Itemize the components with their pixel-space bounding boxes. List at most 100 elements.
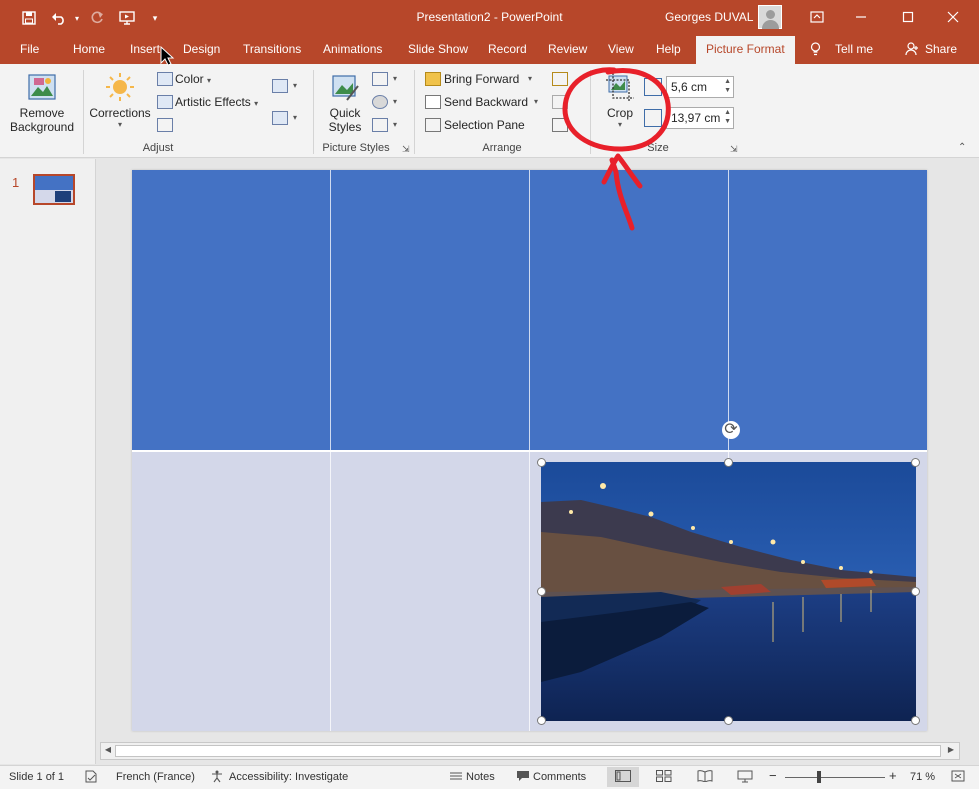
slide[interactable] [132, 170, 927, 731]
tab-file[interactable]: File [20, 42, 39, 56]
slide-sorter-icon[interactable] [656, 770, 672, 784]
notes-button[interactable]: Notes [466, 771, 495, 783]
resize-handle[interactable] [724, 716, 733, 725]
send-backward-button[interactable]: Send Backward [444, 95, 528, 109]
zoom-slider[interactable] [785, 777, 885, 778]
restore-icon[interactable] [893, 6, 923, 28]
ribbon-display-icon[interactable] [802, 6, 832, 28]
height-spinner-icon[interactable]: ▲ ▼ [724, 77, 731, 95]
crop-label: Crop [606, 106, 633, 120]
picture-styles-launcher-icon[interactable]: ⇲ [402, 144, 410, 155]
change-picture-chevron-icon[interactable]: ▾ [293, 113, 297, 122]
tab-review[interactable]: Review [548, 42, 587, 56]
tab-record[interactable]: Record [488, 42, 527, 56]
zoom-in-button[interactable]: + [889, 768, 897, 783]
resize-handle[interactable] [537, 716, 546, 725]
resize-handle[interactable] [911, 458, 920, 467]
quick-styles-button[interactable]: Quick Styles [320, 70, 370, 140]
transparency-icon[interactable] [157, 118, 173, 132]
night-harbor-photo[interactable] [541, 462, 916, 721]
height-value: 5,6 cm [671, 80, 708, 94]
bring-forward-chevron-icon[interactable]: ▾ [528, 74, 532, 83]
send-backward-chevron-icon[interactable]: ▾ [534, 97, 538, 106]
border-chevron-icon[interactable]: ▾ [393, 74, 397, 83]
resize-handle[interactable] [911, 716, 920, 725]
resize-handle[interactable] [537, 458, 546, 467]
separator [414, 70, 415, 154]
collapse-ribbon-icon[interactable]: ⌃ [958, 142, 966, 153]
bring-forward-button[interactable]: Bring Forward [444, 72, 519, 86]
picture-border-icon[interactable] [372, 72, 388, 86]
group-icon[interactable] [552, 95, 568, 109]
layout-chevron-icon[interactable]: ▾ [393, 120, 397, 129]
picture-layout-icon[interactable] [372, 118, 388, 132]
tell-me-search[interactable]: Tell me [835, 42, 873, 56]
slideshow-view-icon[interactable] [737, 770, 753, 784]
ribbon: Remove Background Corrections ▾ Color ▾ … [0, 64, 979, 158]
size-group-label: Size [647, 142, 669, 154]
zoom-slider-knob[interactable] [817, 771, 821, 783]
slide-number: 1 [12, 175, 20, 190]
compress-chevron-icon[interactable]: ▾ [293, 81, 297, 90]
slide-thumbnail[interactable] [33, 174, 75, 205]
artistic-effects-button[interactable]: Artistic Effects ▾ [175, 95, 258, 109]
minimize-icon[interactable] [846, 6, 876, 28]
rotate-icon[interactable] [552, 118, 568, 132]
user-name[interactable]: Georges DUVAL [665, 10, 753, 24]
resize-handle[interactable] [911, 587, 920, 596]
scrollbar-thumb[interactable] [115, 745, 941, 757]
reading-view-icon[interactable] [697, 770, 713, 784]
change-picture-icon[interactable] [272, 111, 288, 125]
language-indicator[interactable]: French (France) [116, 771, 195, 783]
comments-button[interactable]: Comments [533, 771, 586, 783]
remove-background-button[interactable]: Remove Background [4, 70, 80, 140]
crop-button[interactable]: Crop ▾ [598, 70, 642, 140]
tab-insert[interactable]: Insert [130, 42, 160, 56]
width-field[interactable]: 13,97 cm ▲ ▼ [666, 107, 734, 129]
send-backward-label: Send Backward [444, 95, 529, 109]
picture-effects-icon[interactable] [372, 95, 388, 109]
close-icon[interactable] [938, 6, 968, 28]
resize-handle[interactable] [724, 458, 733, 467]
slide-count[interactable]: Slide 1 of 1 [9, 771, 64, 783]
accessibility-icon[interactable] [209, 770, 225, 784]
comments-icon[interactable] [515, 770, 531, 784]
size-launcher-icon[interactable]: ⇲ [730, 144, 738, 155]
height-field[interactable]: 5,6 cm ▲ ▼ [666, 76, 734, 98]
selection-pane-icon [425, 118, 441, 132]
notes-icon[interactable] [448, 770, 464, 784]
tab-design[interactable]: Design [183, 42, 220, 56]
share-icon [905, 42, 919, 59]
accessibility-status[interactable]: Accessibility: Investigate [229, 771, 348, 783]
zoom-level[interactable]: 71 % [910, 771, 935, 783]
selection-pane-button[interactable]: Selection Pane [444, 118, 525, 132]
color-button[interactable]: Color ▾ [175, 72, 211, 86]
corrections-label: Corrections [89, 106, 151, 120]
tab-slide-show[interactable]: Slide Show [408, 42, 468, 56]
scroll-right-icon[interactable]: ▶ [945, 745, 957, 757]
rotate-handle-icon[interactable]: ⟳ [722, 421, 740, 439]
share-button[interactable]: Share [925, 42, 957, 56]
tab-view[interactable]: View [608, 42, 634, 56]
tab-transitions[interactable]: Transitions [243, 42, 301, 56]
ribbon-tabs: File Home Insert Design Transitions Anim… [0, 36, 979, 64]
fit-to-window-icon[interactable] [950, 770, 966, 784]
align-icon[interactable] [552, 72, 568, 86]
artistic-effects-chevron-icon: ▾ [254, 99, 259, 108]
tab-home[interactable]: Home [73, 42, 105, 56]
horizontal-scrollbar[interactable]: ◀ ▶ [100, 742, 960, 760]
thumbnail-blue-block [35, 176, 73, 190]
corrections-button[interactable]: Corrections ▾ [88, 70, 152, 140]
scroll-left-icon[interactable]: ◀ [102, 745, 114, 757]
normal-view-icon[interactable] [607, 767, 639, 787]
tab-animations[interactable]: Animations [323, 42, 382, 56]
tab-picture-format[interactable]: Picture Format [696, 36, 795, 64]
zoom-out-button[interactable]: − [769, 768, 777, 783]
spelling-icon[interactable] [84, 770, 100, 784]
width-spinner-icon[interactable]: ▲ ▼ [724, 108, 731, 126]
tab-help[interactable]: Help [656, 42, 681, 56]
effects-chevron-icon[interactable]: ▾ [393, 97, 397, 106]
resize-handle[interactable] [537, 587, 546, 596]
compress-pictures-icon[interactable] [272, 79, 288, 93]
avatar[interactable] [758, 5, 782, 29]
